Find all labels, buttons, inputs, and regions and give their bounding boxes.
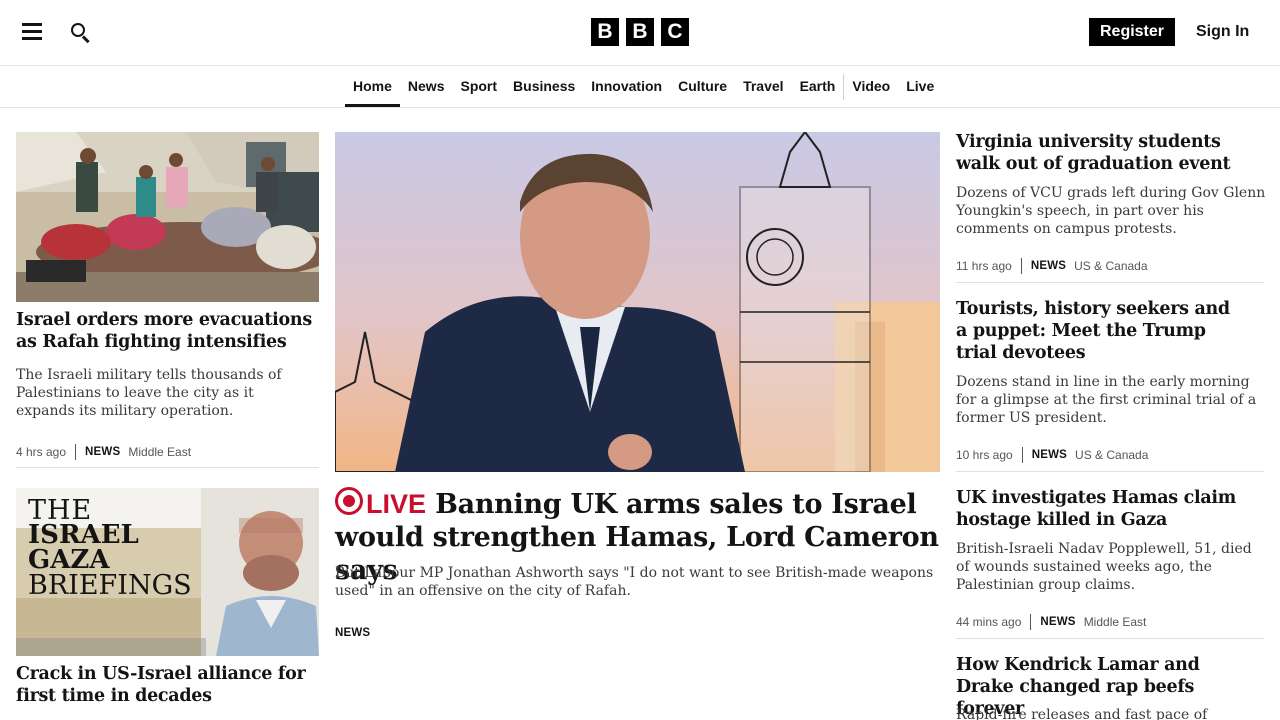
story-summary: British-Israeli Nadav Popplewell, 51, di… [956, 541, 1252, 593]
israel-gaza-briefings-image[interactable]: THE ISRAEL GAZA BRIEFINGS [16, 488, 319, 656]
search-icon[interactable] [70, 22, 92, 44]
timestamp: 10 hrs ago [956, 448, 1013, 462]
story-summary: Dozens of VCU grads left during Gov Glen… [956, 185, 1266, 237]
register-button[interactable]: Register [1089, 18, 1175, 46]
nav-item-travel[interactable]: Travel [735, 66, 791, 107]
lord-cameron-image[interactable] [335, 132, 940, 472]
section-tag[interactable]: NEWS [85, 446, 120, 458]
region-link[interactable]: Middle East [1084, 615, 1147, 629]
story-summary: Rapid-fire releases and fast pace of mod… [956, 707, 1208, 720]
section-tag[interactable]: NEWS [335, 627, 370, 639]
region-link[interactable]: US & Canada [1074, 259, 1147, 273]
meta-separator [1020, 258, 1022, 274]
logo-letter: B [626, 18, 654, 46]
story-meta: 44 mins ago NEWS Middle East [956, 614, 1146, 630]
section-tag[interactable]: NEWS [1031, 260, 1066, 272]
main-story-meta: NEWS [335, 625, 370, 641]
bbc-logo[interactable]: B B C [591, 18, 689, 46]
nav-item-sport[interactable]: Sport [452, 66, 505, 107]
rafah-evacuation-image[interactable] [16, 132, 319, 302]
story-divider [956, 471, 1264, 472]
nav-item-home[interactable]: Home [345, 66, 400, 107]
meta-separator [1021, 447, 1023, 463]
nav-item-video[interactable]: Video [844, 66, 898, 107]
story-divider [956, 282, 1264, 283]
region-link[interactable]: Middle East [128, 445, 191, 459]
story-divider [16, 467, 319, 468]
story-headline[interactable]: Crack in US-Israel alliance for first ti… [16, 663, 316, 707]
main-nav: Home News Sport Business Innovation Cult… [0, 66, 1280, 108]
story-summary: Dozens stand in line in the early mornin… [956, 374, 1257, 426]
logo-letter: C [661, 18, 689, 46]
meta-separator [1030, 614, 1032, 630]
story-summary: The Israeli military tells thousands of … [16, 367, 282, 419]
story-headline[interactable]: UK investigates Hamas claim hostage kill… [956, 487, 1256, 531]
nav-item-business[interactable]: Business [505, 66, 583, 107]
story-headline[interactable]: Virginia university students walk out of… [956, 131, 1266, 175]
timestamp: 44 mins ago [956, 615, 1022, 629]
site-header: B B C Register Sign In [0, 0, 1280, 66]
story-meta: 11 hrs ago NEWS US & Canada [956, 258, 1148, 274]
nav-item-innovation[interactable]: Innovation [583, 66, 670, 107]
live-icon [335, 487, 363, 515]
story-headline[interactable]: Tourists, history seekers and a puppet: … [956, 298, 1246, 364]
story-meta: 4 hrs ago NEWS Middle East [16, 444, 191, 460]
story-headline[interactable]: Israel orders more evacuations as Rafah … [16, 309, 316, 353]
nav-item-news[interactable]: News [400, 66, 453, 107]
briefings-title: THE ISRAEL GAZA BRIEFINGS [28, 497, 192, 601]
sign-in-link[interactable]: Sign In [1196, 18, 1249, 46]
nav-item-culture[interactable]: Culture [670, 66, 735, 107]
logo-letter: B [591, 18, 619, 46]
live-label: LIVE [366, 489, 427, 519]
section-tag[interactable]: NEWS [1040, 616, 1075, 628]
main-story-summary: But Labour MP Jonathan Ashworth says "I … [335, 565, 934, 599]
nav-item-live[interactable]: Live [898, 66, 942, 107]
timestamp: 11 hrs ago [956, 259, 1012, 273]
story-meta: 10 hrs ago NEWS US & Canada [956, 447, 1148, 463]
meta-separator [75, 444, 77, 460]
section-tag[interactable]: NEWS [1032, 449, 1067, 461]
menu-icon[interactable] [22, 23, 42, 41]
region-link[interactable]: US & Canada [1075, 448, 1148, 462]
briefings-line: BRIEFINGS [28, 570, 192, 601]
story-divider [956, 638, 1264, 639]
timestamp: 4 hrs ago [16, 445, 67, 459]
nav-item-earth[interactable]: Earth [792, 66, 844, 107]
